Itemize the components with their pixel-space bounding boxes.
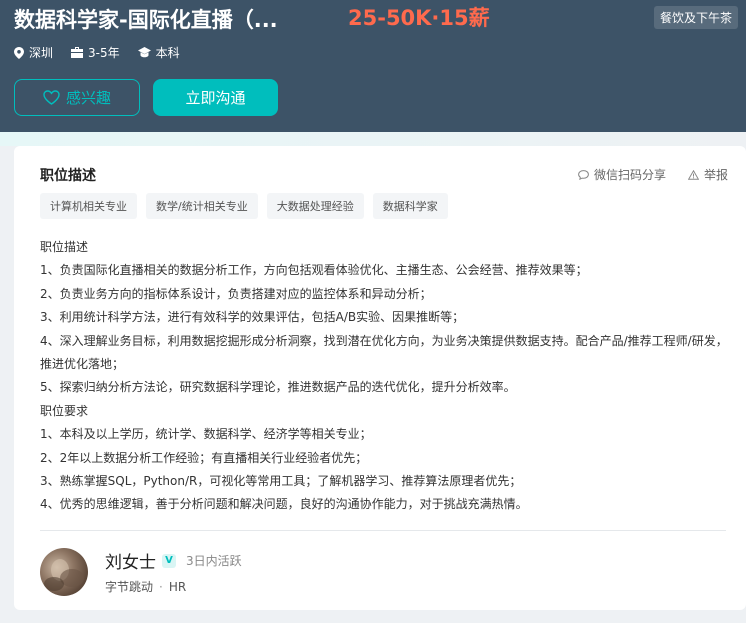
job-header: 数据科学家-国际化直播（... 25-50K·15薪 餐饮及下午茶 深圳 3-5…	[0, 0, 746, 132]
verified-badge-icon: V	[162, 553, 176, 568]
experience-item: 3-5年	[71, 44, 120, 61]
recruiter-avatar[interactable]	[40, 548, 88, 596]
interest-button[interactable]: 感兴趣	[14, 79, 140, 116]
report-label: 举报	[703, 168, 728, 182]
recruiter-company: 字节跳动	[105, 580, 154, 594]
avatar-image-icon	[44, 559, 84, 591]
location-pin-icon	[14, 46, 24, 59]
header-divider-strip	[0, 132, 746, 146]
chat-bubble-icon	[578, 169, 589, 180]
recruiter-company-row: 字节跳动 · HR	[105, 580, 187, 594]
location-item: 深圳	[14, 44, 53, 61]
report-button[interactable]: 举报	[687, 166, 728, 183]
section-title: 职位描述	[40, 168, 96, 184]
description-line: 1、本科及以上学历，统计学、数据科学、经济学等相关专业；	[40, 427, 372, 442]
recruiter-name: 刘女士	[105, 553, 156, 573]
warning-icon	[687, 169, 699, 180]
salary: 25-50K·15薪	[348, 6, 490, 30]
skill-tags: 计算机相关专业 数学/统计相关专业 大数据处理经验 数据科学家	[40, 193, 457, 219]
interest-label: 感兴趣	[65, 89, 111, 107]
description-line: 职位要求	[40, 403, 89, 418]
description-line: 4、优秀的思维逻辑，善于分析问题和解决问题，良好的沟通协作能力，对于挑战充满热情…	[40, 497, 528, 512]
chat-label: 立即沟通	[185, 89, 246, 107]
job-meta: 深圳 3-5年 本科	[14, 44, 198, 61]
divider	[40, 530, 726, 531]
recruiter-role: HR	[168, 580, 187, 594]
wechat-share-button[interactable]: 微信扫码分享	[578, 166, 666, 183]
description-line: 职位描述	[40, 240, 89, 254]
active-status: 3日内活跃	[186, 554, 242, 568]
recruiter-name-row: 刘女士 V 3日内活跃	[105, 548, 242, 573]
description-line: 5、探索归纳分析方法论，研究数据科学理论，推进数据产品的迭代优化，提升分析效率。	[40, 380, 516, 395]
description-line: 2、2年以上数据分析工作经验；有直播相关行业经验者优先；	[40, 450, 368, 465]
description-line: 4、深入理解业务目标，利用数据挖掘形成分析洞察，找到潜在优化方向，为业务决策提供…	[40, 333, 728, 372]
skill-tag: 计算机相关专业	[40, 193, 137, 219]
description-line: 1、负责国际化直播相关的数据分析工作，方向包括观看体验优化、主播生态、公会经营、…	[40, 263, 588, 278]
skill-tag: 数学/统计相关专业	[146, 193, 258, 219]
perk-tag: 餐饮及下午茶	[653, 6, 738, 29]
education-item: 本科	[137, 44, 180, 61]
job-detail-card: 职位描述 微信扫码分享 举报 计算机相关专业 数学/统计相关专业 大数据处理经验…	[14, 146, 746, 610]
job-description: 职位描述 1、负责国际化直播相关的数据分析工作，方向包括观看体验优化、主播生态、…	[40, 236, 732, 517]
graduation-cap-icon	[137, 47, 151, 58]
card-actions: 微信扫码分享 举报	[556, 166, 728, 183]
education-text: 本科	[155, 46, 180, 60]
skill-tag: 大数据处理经验	[266, 193, 364, 219]
description-line: 3、熟练掌握SQL，Python/R，可视化等常用工具；了解机器学习、推荐算法原…	[40, 474, 522, 489]
description-line: 2、负责业务方向的指标体系设计，负责搭建对应的监控体系和异动分析；	[40, 286, 432, 301]
location-text: 深圳	[29, 46, 54, 60]
skill-tag: 数据科学家	[372, 193, 448, 219]
experience-text: 3-5年	[88, 46, 120, 60]
heart-icon	[43, 90, 60, 105]
chat-now-button[interactable]: 立即沟通	[153, 79, 278, 116]
share-label: 微信扫码分享	[593, 168, 666, 182]
job-title: 数据科学家-国际化直播（...	[14, 8, 278, 32]
description-line: 3、利用统计科学方法，进行有效科学的效果评估，包括A/B实验、因果推断等；	[40, 310, 465, 325]
briefcase-icon	[71, 47, 84, 58]
